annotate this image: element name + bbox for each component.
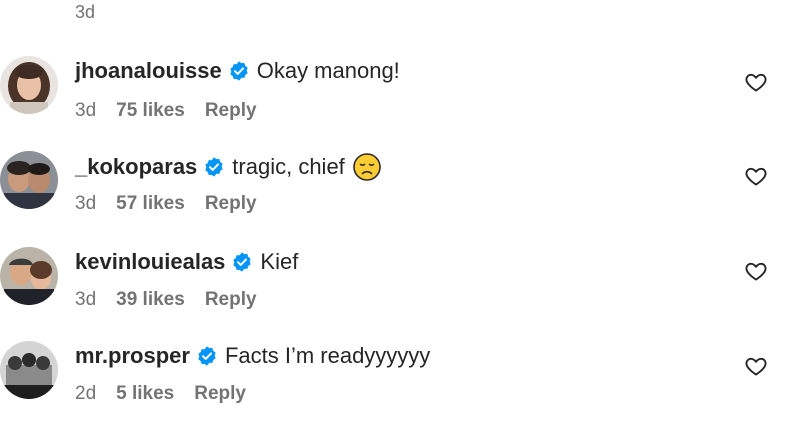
reply-button[interactable]: Reply	[205, 193, 257, 215]
comment-text: Kief	[260, 249, 299, 274]
comment-time[interactable]: 3d	[75, 193, 96, 215]
comment-item: jhoanalouisse Okay manong! 3d 75 likes R…	[0, 50, 801, 140]
comment-time[interactable]: 3d	[75, 100, 96, 122]
reply-button[interactable]: Reply	[205, 100, 257, 122]
comment-line: _kokoparas tragic, chief	[75, 153, 381, 181]
comment-time[interactable]: 3d	[75, 289, 96, 311]
comment-likes[interactable]: 57 likes	[116, 193, 185, 215]
comment-line: jhoanalouisse Okay manong!	[75, 58, 400, 84]
avatar[interactable]	[0, 151, 58, 209]
comment-meta: 3d 75 likes Reply	[75, 100, 257, 122]
verified-badge-icon	[231, 251, 253, 273]
comment-time[interactable]: 2d	[75, 383, 96, 405]
comment-line: mr.prosper Facts I’m readyyyyyy	[75, 343, 430, 369]
comment-item: _kokoparas tragic, chief 3d 57 likes Rep…	[0, 145, 801, 235]
comment-text: Okay manong!	[256, 58, 400, 83]
previous-comment-time: 3d	[75, 2, 96, 22]
comment-item: kevinlouiealas Kief 3d 39 likes Reply	[0, 241, 801, 331]
heart-outline-icon[interactable]	[744, 259, 768, 283]
reply-button[interactable]: Reply	[205, 289, 257, 311]
comment-item: mr.prosper Facts I’m readyyyyyy 2d 5 lik…	[0, 335, 801, 425]
comment-username[interactable]: jhoanalouisse	[75, 58, 222, 84]
verified-badge-icon	[228, 60, 250, 82]
avatar[interactable]	[0, 247, 58, 305]
comment-likes[interactable]: 5 likes	[116, 383, 174, 405]
verified-badge-icon	[196, 345, 218, 367]
comment-meta: 3d 57 likes Reply	[75, 193, 257, 215]
heart-outline-icon[interactable]	[744, 70, 768, 94]
reply-button[interactable]: Reply	[194, 383, 246, 405]
comment-line: kevinlouiealas Kief	[75, 249, 298, 275]
heart-outline-icon[interactable]	[744, 164, 768, 188]
avatar[interactable]	[0, 56, 58, 114]
avatar[interactable]	[0, 341, 58, 399]
comment-text: tragic, chief	[232, 154, 345, 179]
verified-badge-icon	[203, 156, 225, 178]
comment-likes[interactable]: 75 likes	[116, 100, 185, 122]
disappointed-face-icon	[352, 153, 381, 181]
comment-meta: 2d 5 likes Reply	[75, 383, 246, 405]
comment-likes[interactable]: 39 likes	[116, 289, 185, 311]
comment-username[interactable]: kevinlouiealas	[75, 249, 225, 275]
comment-username[interactable]: _kokoparas	[75, 154, 197, 180]
comment-meta: 3d 39 likes Reply	[75, 289, 257, 311]
comment-text: Facts I’m readyyyyyy	[224, 343, 431, 368]
heart-outline-icon[interactable]	[744, 354, 768, 378]
comment-username[interactable]: mr.prosper	[75, 343, 190, 369]
